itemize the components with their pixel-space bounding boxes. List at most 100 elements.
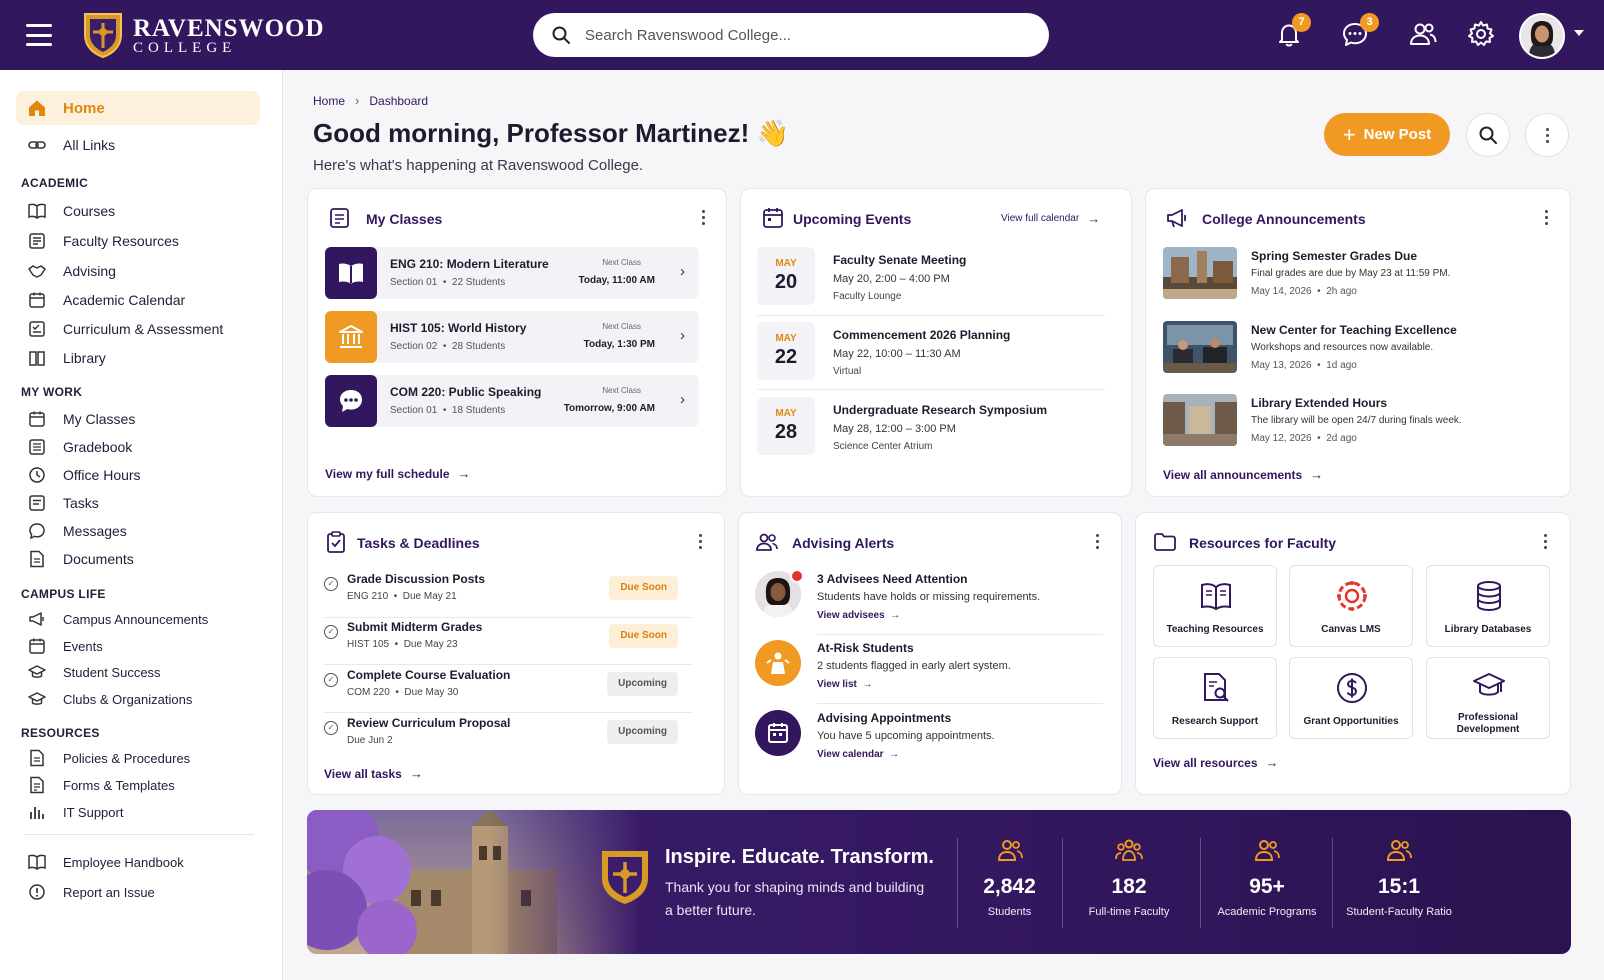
sidebar-item-advising[interactable]: Advising (16, 256, 260, 286)
sidebar-item-employee-handbook[interactable]: Employee Handbook (16, 847, 260, 877)
announcement-meta: May 13, 2026 • 1d ago (1251, 360, 1357, 371)
class-row[interactable]: ENG 210: Modern Literature Section 01 • … (325, 247, 699, 299)
settings-button[interactable] (1466, 19, 1498, 51)
view-calendar-link[interactable]: View calendar → (817, 749, 899, 760)
announcement-meta: May 12, 2026 • 2d ago (1251, 433, 1357, 444)
sidebar-item-forms-templates[interactable]: Forms & Templates (16, 770, 260, 800)
stat-value: 182 (1111, 875, 1147, 898)
view-list-link[interactable]: View list → (817, 679, 872, 690)
sidebar-item-curriculum-assessment[interactable]: Curriculum & Assessment (16, 314, 260, 344)
view-all-resources-link[interactable]: View all resources → (1153, 755, 1279, 770)
sidebar-item-messages[interactable]: Messages (16, 516, 260, 546)
form-icon (30, 776, 44, 794)
status-badge: Due Soon (609, 624, 678, 648)
alert-desc: Students have holds or missing requireme… (817, 591, 1041, 603)
sidebar-item-it-support[interactable]: IT Support (16, 797, 260, 827)
sidebar-item-tasks[interactable]: Tasks (16, 488, 260, 518)
sidebar-item-library[interactable]: Library (16, 343, 260, 373)
sidebar-item-all-links[interactable]: All Links (16, 130, 260, 160)
page-search-button[interactable] (1466, 113, 1510, 157)
link-label: View my full schedule (325, 466, 450, 481)
task-item[interactable]: ✓ Review Curriculum Proposal Due Jun 2 U… (324, 714, 692, 760)
event-item[interactable]: MAY 22 Commencement 2026 Planning May 22… (757, 322, 1105, 392)
stat-programs: 95+ Academic Programs (1207, 838, 1327, 918)
breadcrumb-home-link[interactable]: Home (313, 94, 345, 108)
check-circle-icon[interactable]: ✓ (324, 721, 338, 735)
more-vertical-icon[interactable] (1536, 207, 1556, 227)
resource-tile-teaching-resources[interactable]: Teaching Resources (1153, 565, 1277, 647)
view-all-announcements-link[interactable]: View all announcements → (1163, 467, 1323, 482)
sidebar-item-student-success[interactable]: Student Success (16, 657, 260, 687)
sidebar-item-policies-procedures[interactable]: Policies & Procedures (16, 743, 260, 773)
arrow-right-icon: → (1310, 467, 1324, 482)
more-vertical-icon[interactable] (690, 531, 710, 551)
more-vertical-icon[interactable] (693, 207, 713, 227)
gear-icon (1468, 21, 1494, 46)
speech-bubble-icon (325, 375, 377, 427)
sidebar-item-faculty-resources[interactable]: Faculty Resources (16, 226, 260, 256)
people-button[interactable] (1408, 19, 1440, 51)
sidebar-item-report-issue[interactable]: Report an Issue (16, 877, 260, 907)
announcement-item[interactable]: Library Extended Hours The library will … (1163, 394, 1558, 454)
check-circle-icon[interactable]: ✓ (324, 673, 338, 687)
sidebar-item-clubs-organizations[interactable]: Clubs & Organizations (16, 684, 260, 714)
class-meta: Section 01 • 22 Students (390, 277, 506, 288)
sidebar-item-documents[interactable]: Documents (16, 544, 260, 574)
global-search-bar[interactable] (533, 13, 1049, 57)
sidebar-item-my-classes[interactable]: My Classes (16, 404, 260, 434)
account-dropdown-icon[interactable] (1574, 30, 1584, 36)
resource-tile-professional-development[interactable]: Professional Development (1426, 657, 1550, 739)
hamburger-menu-icon[interactable] (26, 24, 52, 46)
advising-alert-item[interactable]: Advising Appointments You have 5 upcomin… (755, 708, 1103, 772)
class-meta: Section 02 • 28 Students (390, 341, 506, 352)
task-course: HIST 105 (347, 639, 390, 650)
sidebar-item-academic-calendar[interactable]: Academic Calendar (16, 285, 260, 315)
announcement-item[interactable]: New Center for Teaching Excellence Works… (1163, 321, 1558, 381)
event-item[interactable]: MAY 20 Faculty Senate Meeting May 20, 2:… (757, 247, 1105, 317)
campus-building-photo (307, 810, 637, 954)
user-avatar[interactable] (1519, 13, 1565, 59)
sidebar-item-gradebook[interactable]: Gradebook (16, 432, 260, 462)
stat-label: Student-Faculty Ratio (1346, 906, 1452, 918)
sidebar-item-office-hours[interactable]: Office Hours (16, 460, 260, 490)
task-item[interactable]: ✓ Complete Course Evaluation COM 220 • D… (324, 666, 692, 712)
view-full-schedule-link[interactable]: View my full schedule → (325, 466, 471, 481)
resource-tile-canvas-lms[interactable]: Canvas LMS (1289, 565, 1413, 647)
college-wordmark[interactable]: RAVENSWOOD COLLEGE (133, 16, 325, 56)
bar-chart-icon (30, 807, 44, 819)
page-more-button[interactable] (1525, 113, 1569, 157)
notifications-button[interactable]: 7 (1274, 13, 1311, 51)
check-circle-icon[interactable]: ✓ (324, 625, 338, 639)
more-vertical-icon[interactable] (1535, 531, 1555, 551)
at-risk-student-icon (755, 640, 801, 686)
messages-button[interactable]: 3 (1340, 13, 1379, 51)
more-vertical-icon[interactable] (1087, 531, 1107, 551)
search-input[interactable] (585, 26, 1015, 44)
class-row[interactable]: HIST 105: World History Section 02 • 28 … (325, 311, 699, 363)
sidebar-item-courses[interactable]: Courses (16, 196, 260, 226)
resource-tile-research-support[interactable]: Research Support (1153, 657, 1277, 739)
task-item[interactable]: ✓ Grade Discussion Posts ENG 210 • Due M… (324, 570, 692, 616)
new-post-button[interactable]: + New Post (1324, 113, 1450, 156)
alert-title: Advising Appointments (817, 711, 952, 725)
resource-tile-library-databases[interactable]: Library Databases (1426, 565, 1550, 647)
event-item[interactable]: MAY 28 Undergraduate Research Symposium … (757, 397, 1105, 467)
announcement-meta: May 14, 2026 • 2h ago (1251, 286, 1357, 297)
event-location: Science Center Atrium (833, 441, 933, 452)
view-full-calendar-link[interactable]: View full calendar → (1001, 211, 1100, 226)
task-item[interactable]: ✓ Submit Midterm Grades HIST 105 • Due M… (324, 618, 692, 664)
sidebar-item-campus-announcements[interactable]: Campus Announcements (16, 604, 260, 634)
class-row[interactable]: COM 220: Public Speaking Section 01 • 18… (325, 375, 699, 427)
task-due: Due Jun 2 (347, 735, 393, 746)
task-course: ENG 210 (347, 591, 389, 602)
task-list-icon (29, 495, 45, 511)
resource-tile-grant-opportunities[interactable]: Grant Opportunities (1289, 657, 1413, 739)
sidebar-item-home[interactable]: Home (16, 91, 260, 125)
view-advisees-link[interactable]: View advisees → (817, 610, 900, 621)
view-all-tasks-link[interactable]: View all tasks → (324, 766, 423, 781)
advising-alert-item[interactable]: At-Risk Students 2 students flagged in e… (755, 638, 1103, 702)
canvas-logo-icon (1337, 581, 1367, 611)
check-circle-icon[interactable]: ✓ (324, 577, 338, 591)
announcement-item[interactable]: Spring Semester Grades Due Final grades … (1163, 247, 1558, 307)
advising-alert-item[interactable]: 3 Advisees Need Attention Students have … (755, 569, 1103, 633)
